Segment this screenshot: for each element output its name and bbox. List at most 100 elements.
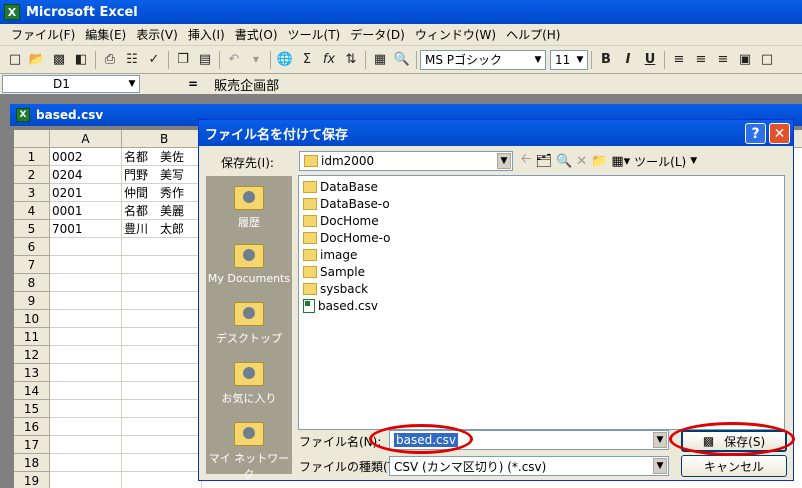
cancel-button[interactable]: キャンセル [681, 455, 787, 477]
cell-b[interactable]: 名都 美佐 [122, 148, 202, 166]
menu-insert[interactable]: 挿入(I) [183, 26, 230, 44]
save-in-select[interactable]: idm2000 ▼ [299, 151, 513, 171]
function-icon[interactable]: fx [318, 49, 340, 71]
delete-icon[interactable]: ✕ [576, 154, 587, 169]
menu-file[interactable]: ファイル(F) [6, 26, 80, 44]
cell-a[interactable] [50, 256, 122, 274]
place-desktop[interactable]: デスクトップ [206, 302, 292, 346]
align-center-icon[interactable]: ≡ [690, 49, 712, 71]
row-header[interactable]: 14 [14, 382, 50, 400]
cell-a[interactable] [50, 472, 122, 488]
close-icon[interactable]: ✕ [769, 123, 790, 144]
row-header[interactable]: 3 [14, 184, 50, 202]
row-header[interactable]: 13 [14, 364, 50, 382]
autosum-icon[interactable]: Σ [296, 49, 318, 71]
column-header-a[interactable]: A [50, 130, 122, 148]
font-size-select[interactable]: 11 ▼ [550, 49, 588, 70]
open-folder-icon[interactable]: 📂 [26, 49, 48, 71]
row-header[interactable]: 4 [14, 202, 50, 220]
row-header[interactable]: 7 [14, 256, 50, 274]
menu-view[interactable]: 表示(V) [131, 26, 183, 44]
cell-b[interactable] [122, 400, 202, 418]
list-item[interactable]: sysback [303, 280, 368, 297]
cell-a[interactable] [50, 418, 122, 436]
cell-b[interactable] [122, 274, 202, 292]
bold-button[interactable]: B [595, 49, 617, 71]
menu-data[interactable]: データ(D) [345, 26, 410, 44]
cell-a[interactable] [50, 436, 122, 454]
row-header[interactable]: 2 [14, 166, 50, 184]
cell-a[interactable] [50, 238, 122, 256]
menu-window[interactable]: ウィンドウ(W) [410, 26, 501, 44]
dialog-titlebar[interactable]: ファイル名を付けて保存 [199, 120, 793, 146]
row-header[interactable]: 5 [14, 220, 50, 238]
cell-a[interactable]: 0204 [50, 166, 122, 184]
cell-b[interactable]: 仲間 秀作 [122, 184, 202, 202]
list-item[interactable]: DataBase [303, 178, 378, 195]
place-my-documents[interactable]: My Documents [206, 244, 292, 285]
place-network[interactable]: マイ ネットワーク [206, 422, 292, 482]
list-item[interactable]: image [303, 246, 357, 263]
place-favorites[interactable]: お気に入り [206, 362, 292, 406]
formula-input[interactable]: 販売企画部 [214, 75, 279, 94]
row-header[interactable]: 12 [14, 346, 50, 364]
new-folder-icon[interactable]: 📁 [591, 154, 607, 169]
cell-b[interactable]: 門野 美写 [122, 166, 202, 184]
menu-format[interactable]: 書式(O) [230, 26, 283, 44]
row-header[interactable]: 10 [14, 310, 50, 328]
filetype-select[interactable]: CSV (カンマ区切り) (*.csv) ▼ [389, 456, 669, 476]
list-item[interactable]: Sample [303, 263, 365, 280]
search-web-icon[interactable]: 🔍 [556, 154, 572, 169]
cell-a[interactable] [50, 364, 122, 382]
cell-a[interactable]: 0201 [50, 184, 122, 202]
currency-icon[interactable]: □ [756, 49, 778, 71]
cell-b[interactable] [122, 328, 202, 346]
row-header[interactable]: 16 [14, 418, 50, 436]
cell-b[interactable] [122, 256, 202, 274]
cell-b[interactable] [122, 418, 202, 436]
save-icon[interactable]: ▩ [48, 49, 70, 71]
row-header[interactable]: 18 [14, 454, 50, 472]
row-header[interactable]: 11 [14, 328, 50, 346]
name-box[interactable]: D1 ▼ [2, 75, 140, 93]
sort-ascending-icon[interactable]: ⇅ [340, 49, 362, 71]
cell-a[interactable] [50, 328, 122, 346]
help-icon[interactable]: ? [745, 123, 766, 144]
new-file-icon[interactable]: □ [4, 49, 26, 71]
cell-b[interactable] [122, 382, 202, 400]
menu-edit[interactable]: 編集(E) [80, 26, 131, 44]
row-header[interactable]: 19 [14, 472, 50, 488]
app-titlebar[interactable]: X Microsoft Excel [0, 0, 802, 24]
align-right-icon[interactable]: ≡ [712, 49, 734, 71]
row-header[interactable]: 15 [14, 400, 50, 418]
list-item[interactable]: based.csv [303, 297, 378, 314]
cell-b[interactable] [122, 292, 202, 310]
place-history[interactable]: 履歴 [206, 186, 292, 230]
font-name-select[interactable]: MS Pゴシック ▼ [420, 49, 546, 70]
cell-b[interactable]: 名都 美麗 [122, 202, 202, 220]
cell-b[interactable]: 豊川 太郎 [122, 220, 202, 238]
back-arrow-icon[interactable]: 🡠 [521, 150, 532, 172]
undo-icon[interactable]: ↶ [223, 49, 245, 71]
underline-button[interactable]: U [639, 49, 661, 71]
spellcheck-icon[interactable]: ✓ [143, 49, 165, 71]
paste-icon[interactable]: ▤ [194, 49, 216, 71]
cell-b[interactable] [122, 238, 202, 256]
list-item[interactable]: DocHome [303, 212, 379, 229]
cell-b[interactable] [122, 436, 202, 454]
merge-center-icon[interactable]: ▣ [734, 49, 756, 71]
chart-wizard-icon[interactable]: ▦ [369, 49, 391, 71]
list-item[interactable]: DataBase-o [303, 195, 390, 212]
cell-a[interactable] [50, 382, 122, 400]
cell-a[interactable] [50, 310, 122, 328]
copy-icon[interactable]: ❐ [172, 49, 194, 71]
italic-button[interactable]: I [617, 49, 639, 71]
menu-help[interactable]: ヘルプ(H) [501, 26, 565, 44]
row-header[interactable]: 9 [14, 292, 50, 310]
cell-a[interactable] [50, 274, 122, 292]
menu-tools[interactable]: ツール(T) [283, 26, 346, 44]
cell-a[interactable]: 0002 [50, 148, 122, 166]
zoom-icon[interactable]: 🔍 [391, 49, 413, 71]
print-icon[interactable]: ⎙ [99, 49, 121, 71]
row-header[interactable]: 8 [14, 274, 50, 292]
